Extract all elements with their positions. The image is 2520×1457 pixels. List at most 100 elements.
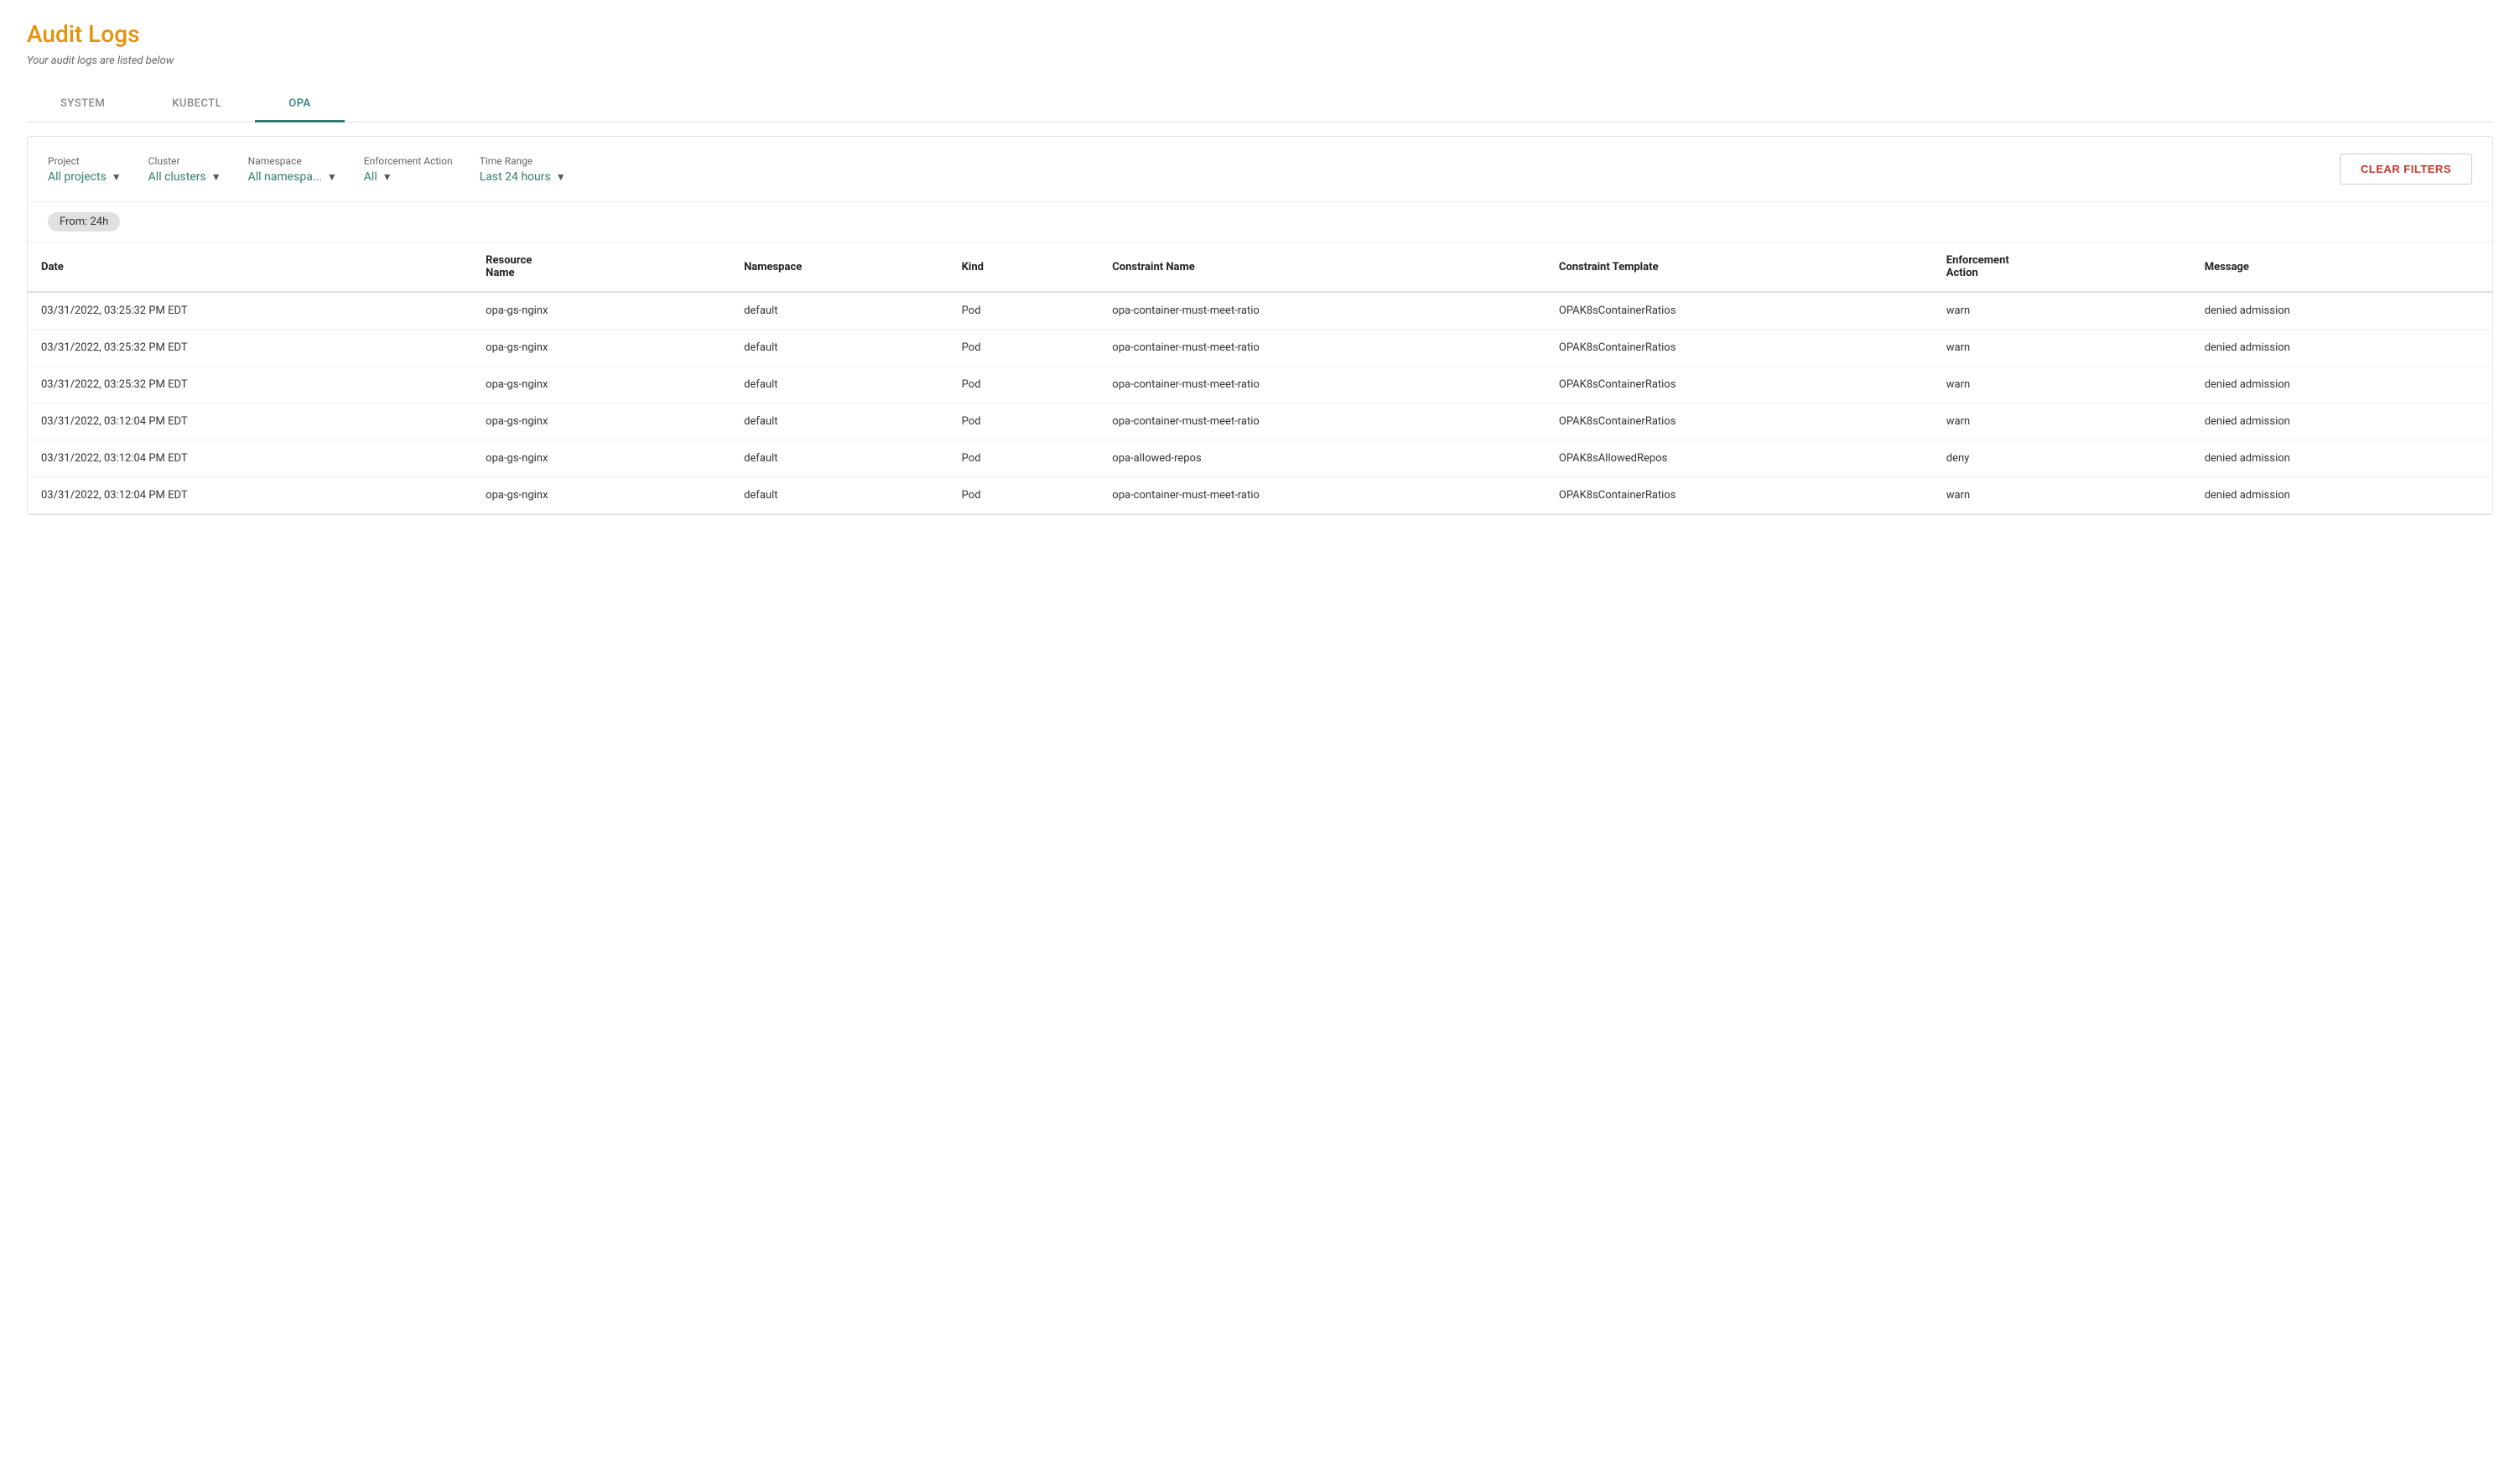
cell-message: denied admission bbox=[2191, 330, 2492, 367]
table-row: 03/31/2022, 03:12:04 PM EDT opa-gs-nginx… bbox=[28, 403, 2492, 440]
filter-project: Project All projects ▼ bbox=[48, 155, 122, 184]
col-header-kind: Kind bbox=[948, 242, 1099, 292]
tag-row: From: 24h bbox=[28, 202, 2492, 242]
cell-resource-name: opa-gs-nginx bbox=[472, 477, 730, 514]
col-header-constraint-name: Constraint Name bbox=[1099, 242, 1546, 292]
filter-time-range: Time Range Last 24 hours ▼ bbox=[480, 155, 566, 184]
cell-message: denied admission bbox=[2191, 440, 2492, 477]
cell-kind: Pod bbox=[948, 292, 1099, 330]
cell-kind: Pod bbox=[948, 367, 1099, 403]
filter-cluster: Cluster All clusters ▼ bbox=[148, 155, 221, 184]
chevron-down-icon: ▼ bbox=[382, 171, 392, 183]
col-header-message: Message bbox=[2191, 242, 2492, 292]
chevron-down-icon: ▼ bbox=[327, 171, 337, 183]
cell-constraint-template: OPAK8sContainerRatios bbox=[1546, 292, 1933, 330]
filter-project-label: Project bbox=[48, 155, 122, 167]
cell-message: denied admission bbox=[2191, 292, 2492, 330]
cell-message: denied admission bbox=[2191, 403, 2492, 440]
cell-enforcement-action: deny bbox=[1933, 440, 2191, 477]
cell-date: 03/31/2022, 03:25:32 PM EDT bbox=[28, 292, 472, 330]
col-header-constraint-template: Constraint Template bbox=[1546, 242, 1933, 292]
tab-system[interactable]: SYSTEM bbox=[27, 87, 138, 122]
cell-namespace: default bbox=[730, 440, 948, 477]
table-container: Date ResourceName Namespace Kind Constra… bbox=[28, 242, 2492, 514]
col-header-enforcement-action: EnforcementAction bbox=[1933, 242, 2191, 292]
cell-namespace: default bbox=[730, 330, 948, 367]
table-row: 03/31/2022, 03:12:04 PM EDT opa-gs-nginx… bbox=[28, 440, 2492, 477]
cell-resource-name: opa-gs-nginx bbox=[472, 367, 730, 403]
filter-enforcement-value: All bbox=[364, 170, 377, 184]
cell-kind: Pod bbox=[948, 477, 1099, 514]
filter-project-select[interactable]: All projects ▼ bbox=[48, 170, 122, 184]
filter-namespace-value: All namespa... bbox=[248, 170, 322, 184]
cell-namespace: default bbox=[730, 367, 948, 403]
table-row: 03/31/2022, 03:12:04 PM EDT opa-gs-nginx… bbox=[28, 477, 2492, 514]
table-row: 03/31/2022, 03:25:32 PM EDT opa-gs-nginx… bbox=[28, 292, 2492, 330]
cell-date: 03/31/2022, 03:12:04 PM EDT bbox=[28, 477, 472, 514]
filters-row: Project All projects ▼ Cluster All clust… bbox=[28, 137, 2492, 202]
cell-date: 03/31/2022, 03:25:32 PM EDT bbox=[28, 330, 472, 367]
filter-namespace-label: Namespace bbox=[248, 155, 337, 167]
cell-constraint-template: OPAK8sContainerRatios bbox=[1546, 330, 1933, 367]
tabs-container: SYSTEM KUBECTL OPA bbox=[27, 87, 2493, 122]
cell-constraint-name: opa-container-must-meet-ratio bbox=[1099, 292, 1546, 330]
page-container: Audit Logs Your audit logs are listed be… bbox=[0, 0, 2520, 535]
chevron-down-icon: ▼ bbox=[112, 171, 122, 183]
clear-filters-button[interactable]: CLEAR FILTERS bbox=[2340, 154, 2472, 185]
cell-constraint-template: OPAK8sContainerRatios bbox=[1546, 477, 1933, 514]
cell-date: 03/31/2022, 03:12:04 PM EDT bbox=[28, 440, 472, 477]
cell-namespace: default bbox=[730, 292, 948, 330]
filter-cluster-select[interactable]: All clusters ▼ bbox=[148, 170, 221, 184]
cell-date: 03/31/2022, 03:12:04 PM EDT bbox=[28, 403, 472, 440]
page-subtitle: Your audit logs are listed below bbox=[27, 55, 2493, 67]
cell-enforcement-action: warn bbox=[1933, 367, 2191, 403]
table-row: 03/31/2022, 03:25:32 PM EDT opa-gs-nginx… bbox=[28, 367, 2492, 403]
chevron-down-icon: ▼ bbox=[211, 171, 221, 183]
col-header-resource-name: ResourceName bbox=[472, 242, 730, 292]
cell-enforcement-action: warn bbox=[1933, 477, 2191, 514]
table-row: 03/31/2022, 03:25:32 PM EDT opa-gs-nginx… bbox=[28, 330, 2492, 367]
chevron-down-icon: ▼ bbox=[556, 171, 566, 183]
filter-namespace-select[interactable]: All namespa... ▼ bbox=[248, 170, 337, 184]
cell-constraint-name: opa-container-must-meet-ratio bbox=[1099, 403, 1546, 440]
cell-constraint-name: opa-container-must-meet-ratio bbox=[1099, 477, 1546, 514]
col-header-date: Date bbox=[28, 242, 472, 292]
filter-time-range-label: Time Range bbox=[480, 155, 566, 167]
filter-enforcement-select[interactable]: All ▼ bbox=[364, 170, 453, 184]
cell-constraint-name: opa-allowed-repos bbox=[1099, 440, 1546, 477]
cell-constraint-name: opa-container-must-meet-ratio bbox=[1099, 330, 1546, 367]
tab-kubectl[interactable]: KUBECTL bbox=[138, 87, 255, 122]
active-filter-tag[interactable]: From: 24h bbox=[48, 212, 120, 232]
tab-opa[interactable]: OPA bbox=[255, 87, 344, 122]
cell-message: denied admission bbox=[2191, 367, 2492, 403]
cell-namespace: default bbox=[730, 477, 948, 514]
filter-enforcement: Enforcement Action All ▼ bbox=[364, 155, 453, 184]
col-header-namespace: Namespace bbox=[730, 242, 948, 292]
cell-enforcement-action: warn bbox=[1933, 330, 2191, 367]
filter-namespace: Namespace All namespa... ▼ bbox=[248, 155, 337, 184]
cell-message: denied admission bbox=[2191, 477, 2492, 514]
filter-cluster-value: All clusters bbox=[148, 170, 206, 184]
filter-time-range-select[interactable]: Last 24 hours ▼ bbox=[480, 170, 566, 184]
cell-resource-name: opa-gs-nginx bbox=[472, 330, 730, 367]
filter-project-value: All projects bbox=[48, 170, 107, 184]
cell-namespace: default bbox=[730, 403, 948, 440]
cell-resource-name: opa-gs-nginx bbox=[472, 292, 730, 330]
cell-constraint-name: opa-container-must-meet-ratio bbox=[1099, 367, 1546, 403]
cell-resource-name: opa-gs-nginx bbox=[472, 440, 730, 477]
cell-date: 03/31/2022, 03:25:32 PM EDT bbox=[28, 367, 472, 403]
audit-log-table: Date ResourceName Namespace Kind Constra… bbox=[28, 242, 2492, 514]
table-header-row: Date ResourceName Namespace Kind Constra… bbox=[28, 242, 2492, 292]
cell-enforcement-action: warn bbox=[1933, 292, 2191, 330]
page-title: Audit Logs bbox=[27, 20, 2493, 48]
cell-kind: Pod bbox=[948, 403, 1099, 440]
filter-time-range-value: Last 24 hours bbox=[480, 170, 551, 184]
cell-resource-name: opa-gs-nginx bbox=[472, 403, 730, 440]
filter-cluster-label: Cluster bbox=[148, 155, 221, 167]
filter-enforcement-label: Enforcement Action bbox=[364, 155, 453, 167]
cell-kind: Pod bbox=[948, 440, 1099, 477]
cell-kind: Pod bbox=[948, 330, 1099, 367]
cell-constraint-template: OPAK8sAllowedRepos bbox=[1546, 440, 1933, 477]
main-card: Project All projects ▼ Cluster All clust… bbox=[27, 136, 2493, 515]
cell-constraint-template: OPAK8sContainerRatios bbox=[1546, 367, 1933, 403]
